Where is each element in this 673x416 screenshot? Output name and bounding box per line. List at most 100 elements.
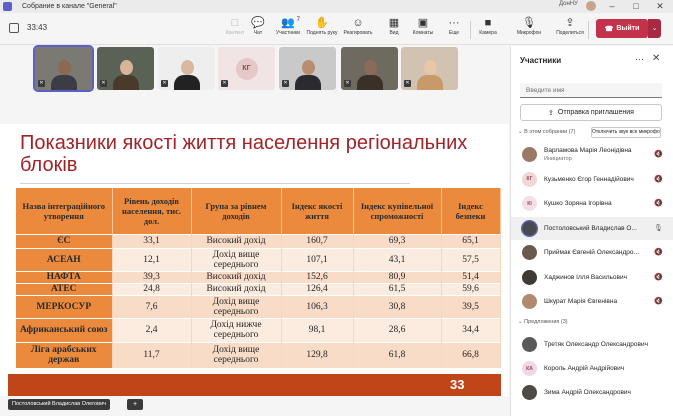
toolbar-button-label: Камера xyxy=(479,30,497,36)
close-panel-icon[interactable]: ✕ xyxy=(652,53,660,64)
table-row: НАФТА 39,3 Високий дохід 152,6 80,9 51,4 xyxy=(16,270,501,283)
toolbar-реагировать-button[interactable]: ☺ Реагировать xyxy=(341,16,375,44)
leave-options-chevron-icon[interactable]: ⌄ xyxy=(648,19,661,38)
participant-video-tile[interactable]: ✕ xyxy=(33,45,94,92)
participant-count-badge: 7 xyxy=(296,17,300,23)
send-invite-button[interactable]: ⇪ Отправка приглашения xyxy=(520,104,662,121)
participant-name: Варламова Марія Леонідівна xyxy=(544,147,632,154)
table-row: АСЕАН 12,1 Дохід вище середнього 107,1 43,1 5… xyxy=(16,247,501,271)
chevron-down-icon: ⌄ xyxy=(518,129,523,135)
participant-initials-avatar: КГ xyxy=(235,57,258,80)
table-cell: 69,3 xyxy=(353,233,442,248)
participant-avatar: КІ xyxy=(522,196,537,211)
toolbar-button-label: Чат xyxy=(253,30,263,36)
mic-muted-icon[interactable]: 🔇 xyxy=(654,248,663,256)
toolbar-button-label: Микрофон xyxy=(516,30,542,36)
toolbar-комнаты-button[interactable]: ▣ Комнаты xyxy=(406,16,440,44)
participant-list-item[interactable]: Хаджинов Ілля Васильович 🔇 xyxy=(511,266,673,289)
participant-video-tile[interactable]: ✕ xyxy=(279,47,336,90)
participant-list-item[interactable]: Варламова Марія Леонідівна Инициатор 🔇 xyxy=(511,143,673,166)
close-window-icon[interactable]: ✕ xyxy=(649,0,671,13)
participant-video-feed xyxy=(415,56,445,90)
table-row-header: Ліга арабських держав xyxy=(16,341,113,368)
toolbar-микрофон-button[interactable]: 🎙 Микрофон xyxy=(512,16,546,44)
toolbar-чат-button[interactable]: 💬 Чат xyxy=(241,16,275,44)
mic-muted-icon[interactable]: 🔇 xyxy=(654,175,663,183)
table-row-header: НАФТА xyxy=(16,270,113,283)
toolbar-поднять-руку-button[interactable]: ✋ Поднять руку xyxy=(305,16,339,44)
toolbar-divider xyxy=(588,21,589,39)
table-cell: Дохід вище середнього xyxy=(191,341,282,368)
participant-avatar: КА xyxy=(522,361,537,376)
participants-panel: Участники ⋯ ✕ Введите имя ⇪ Отправка при… xyxy=(510,46,673,416)
participant-search-input[interactable]: Введите имя xyxy=(520,83,662,98)
presenter-more-icon[interactable]: + xyxy=(127,399,143,410)
participant-video-tile[interactable]: ✕ xyxy=(97,47,154,90)
suggested-participant-item[interactable]: КА Король Андрій Андрійович xyxy=(511,357,673,380)
table-cell: 65,1 xyxy=(441,233,501,248)
table-cell: 152,6 xyxy=(281,270,354,283)
toolbar-button-label: Поднять руку xyxy=(306,30,338,36)
toolbar-камера-button[interactable]: ■ Камера xyxy=(471,16,505,44)
table-cell: Високий дохід xyxy=(191,270,282,283)
person-body xyxy=(356,75,383,90)
table-cell: 160,7 xyxy=(281,233,354,248)
quality-of-life-table: Назва інтеграційного утворення Рівень дох… xyxy=(16,188,501,368)
participant-list-item[interactable]: Приймак Євгеній Олександро... 🔇 xyxy=(511,241,673,264)
table-cell: 129,8 xyxy=(281,341,354,368)
maximize-icon[interactable]: □ xyxy=(625,0,647,13)
participant-video-feed xyxy=(111,56,141,90)
table-cell: 51,4 xyxy=(441,270,501,283)
table-cell: Дохід вище середнього xyxy=(191,247,282,271)
participant-name: Зима Андрій Олександрович xyxy=(544,389,631,396)
mic-muted-icon: ✕ xyxy=(161,80,168,87)
table-cell: Дохід нижче середнього xyxy=(191,317,282,342)
table-cell: Високий дохід xyxy=(191,233,282,248)
meeting-timer: 33:43 xyxy=(27,23,48,32)
person-body xyxy=(112,75,139,90)
person-body xyxy=(50,75,77,90)
participant-name: Кушко Зоряна Ігорівна xyxy=(544,200,612,207)
participant-video-tile[interactable]: ✕ xyxy=(341,47,398,90)
toolbar-поделиться-button[interactable]: ⇪ Поделиться xyxy=(553,16,587,44)
mic-muted-icon[interactable]: 🔇 xyxy=(654,273,663,281)
toolbar-камера-icon: ■ xyxy=(484,17,492,29)
participant-list-item[interactable]: Постоловський Владислав О... 🎙 xyxy=(511,216,673,240)
participant-avatar xyxy=(522,337,537,352)
participant-video-tile[interactable]: КГ ✕ xyxy=(218,47,275,90)
account-avatar[interactable] xyxy=(586,1,596,11)
person-body xyxy=(173,75,200,90)
leave-button[interactable]: ☎ Выйти xyxy=(596,19,648,38)
minimize-icon[interactable]: – xyxy=(601,0,623,13)
mic-on-icon[interactable]: 🎙 xyxy=(654,224,663,232)
table-cell: 80,9 xyxy=(353,270,442,283)
mic-muted-icon[interactable]: 🔇 xyxy=(654,199,663,207)
suggestions-section-header[interactable]: ⌄ Предложения (3) xyxy=(518,319,568,325)
person-head xyxy=(119,60,133,75)
person-body xyxy=(416,75,443,90)
participant-video-feed xyxy=(355,56,385,90)
toolbar-участники-button[interactable]: 👥 Участники 7 xyxy=(271,16,305,44)
table-cell: Дохід вище середнього xyxy=(191,294,282,318)
table-column-header: Індекс безпеки xyxy=(441,188,501,234)
mic-muted-icon[interactable]: 🔇 xyxy=(654,297,663,305)
meeting-timer-icon xyxy=(9,23,19,33)
toolbar-еще-button[interactable]: ··· Еще xyxy=(437,16,471,44)
panel-options-icon[interactable]: ⋯ xyxy=(635,54,644,65)
participant-video-tile[interactable]: ✕ xyxy=(158,47,215,90)
participant-list-item[interactable]: КІ Кушко Зоряна Ігорівна 🔇 xyxy=(511,192,673,215)
participant-name: Король Андрій Андрійович xyxy=(544,365,625,372)
account-name[interactable]: ДонНУ xyxy=(559,1,578,7)
suggested-participant-item[interactable]: Зима Андрій Олександрович xyxy=(511,381,673,404)
suggested-participant-item[interactable]: Третяк Олександр Олександрович xyxy=(511,333,673,356)
toolbar-button-label: Поделиться xyxy=(556,30,584,36)
participant-avatar: КГ xyxy=(522,171,537,187)
participant-video-tile[interactable]: ✕ xyxy=(401,47,458,90)
participant-list-item[interactable]: КГ Кузьменко Єгор Геннадійович 🔇 xyxy=(511,168,673,191)
in-meeting-section-header[interactable]: ⌄ В этом собрании (7) xyxy=(518,129,575,135)
slide-divider xyxy=(20,183,410,184)
participant-list-item[interactable]: Шкурат Марія Євгенівна 🔇 xyxy=(511,290,673,313)
mute-all-button[interactable]: Отключить звук все микрофоны xyxy=(591,127,661,138)
table-cell: 126,4 xyxy=(281,282,354,295)
mic-muted-icon[interactable]: 🔇 xyxy=(654,150,663,158)
